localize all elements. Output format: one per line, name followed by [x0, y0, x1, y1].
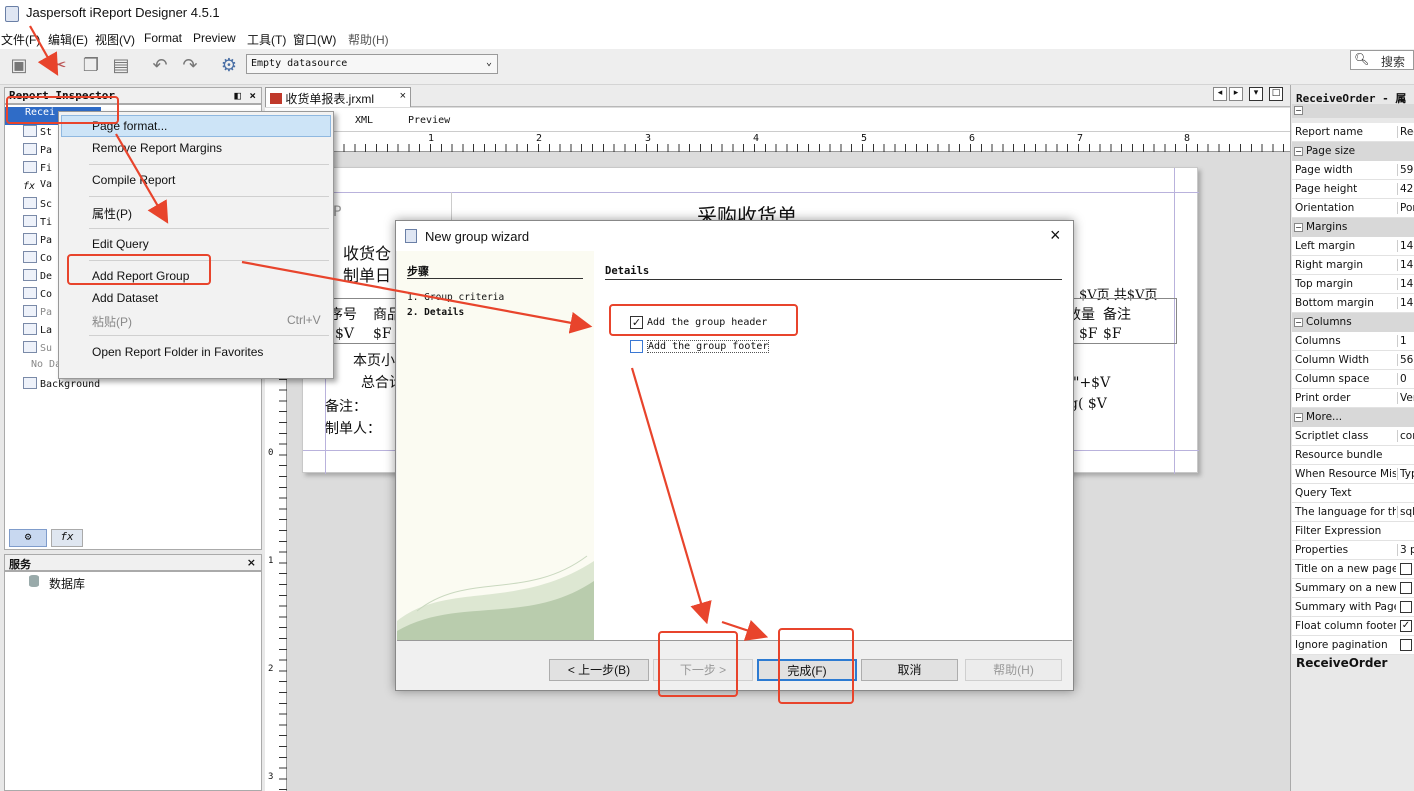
annotation-arrows: [29, 25, 769, 641]
